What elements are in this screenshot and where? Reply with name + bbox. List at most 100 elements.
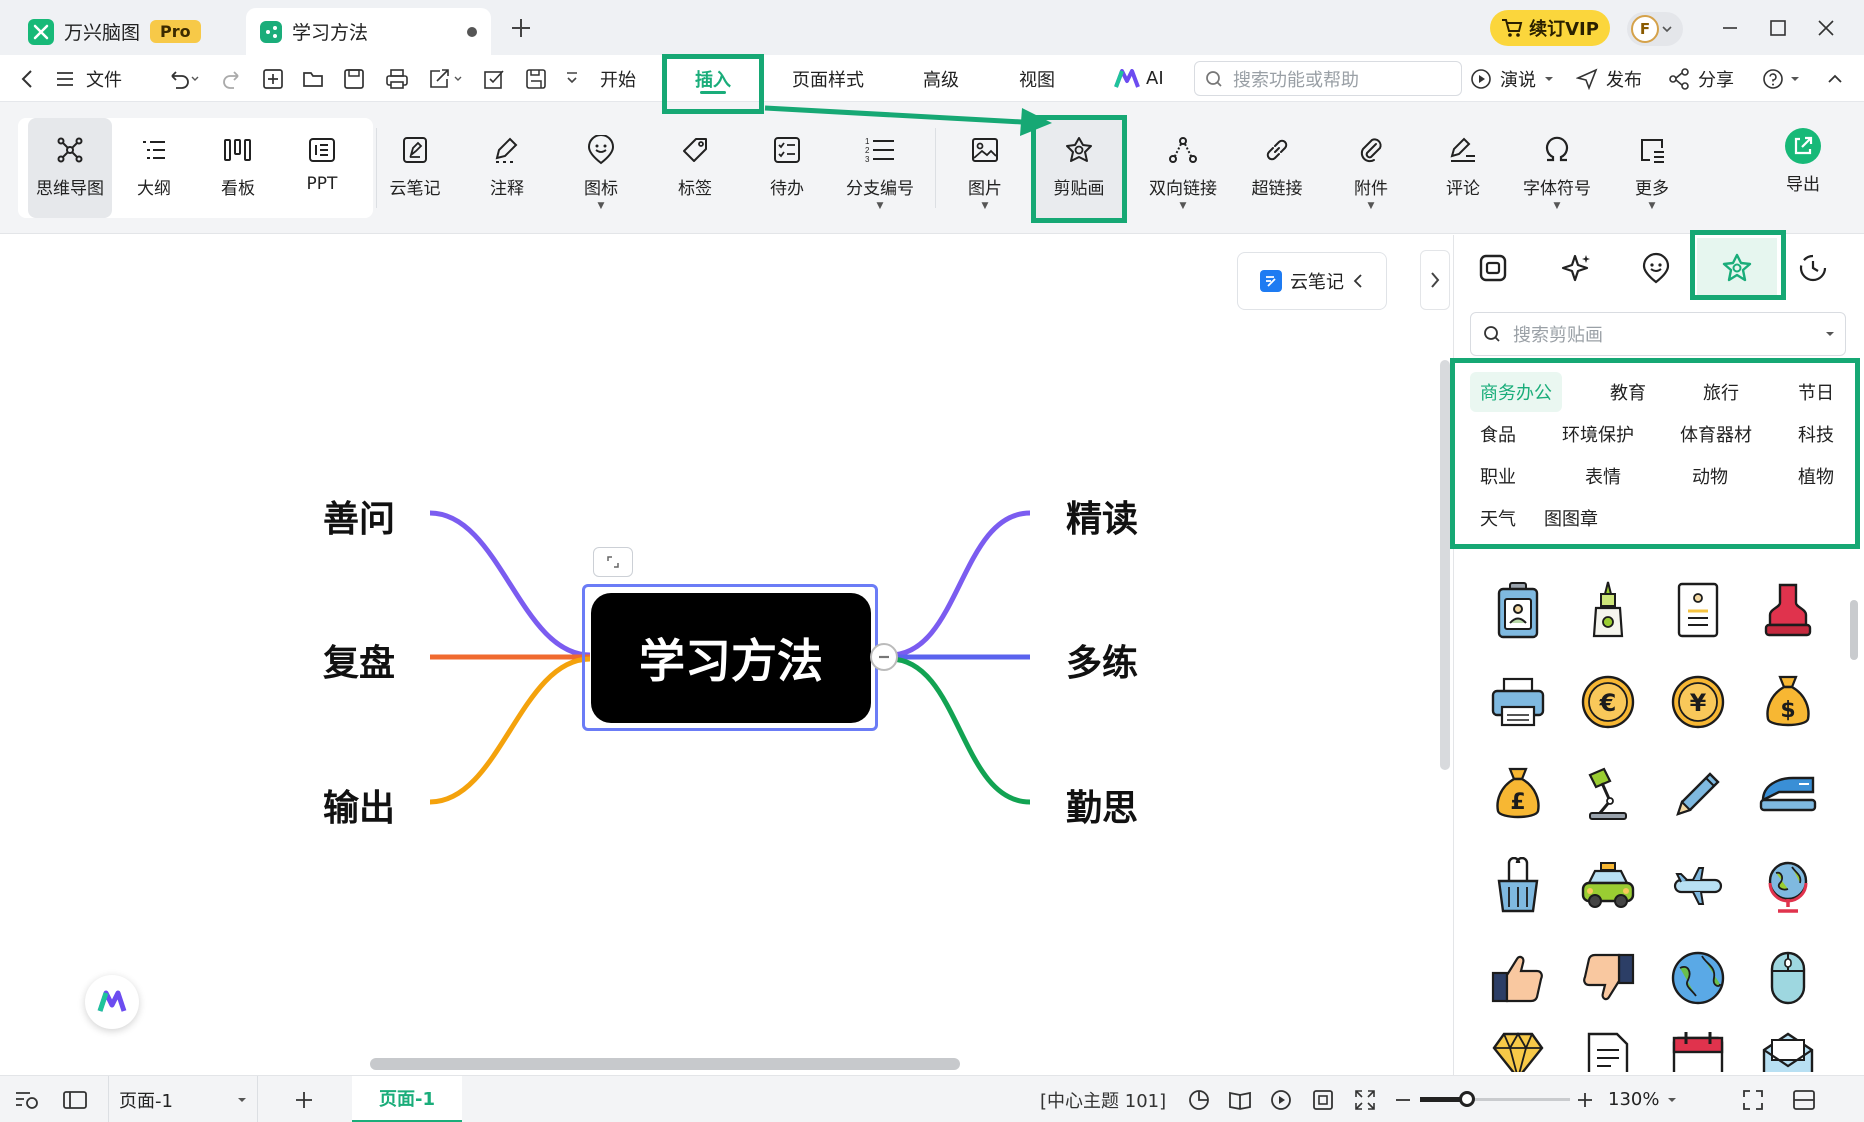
stapler-icon[interactable] — [1758, 764, 1818, 824]
earth-icon[interactable] — [1668, 948, 1728, 1008]
fit-window-button[interactable] — [1354, 1076, 1376, 1122]
fit-page-button[interactable] — [1312, 1076, 1334, 1122]
tab-ai[interactable]: AI — [1114, 55, 1164, 102]
airplane-icon[interactable] — [1668, 856, 1728, 916]
panel-tab-icons[interactable] — [1616, 238, 1696, 298]
branch-topic[interactable]: 输出 — [323, 779, 395, 831]
page-navigator-button[interactable] — [14, 1076, 40, 1122]
undo-button[interactable] — [166, 55, 200, 102]
panel-tab-style[interactable] — [1453, 238, 1533, 298]
symbol-tool[interactable]: 字体符号 ▼ — [1515, 118, 1599, 218]
view-kanban-button[interactable]: 看板 — [202, 118, 274, 218]
attachment-tool[interactable]: 附件 ▼ — [1336, 118, 1406, 218]
calendar-icon[interactable] — [1668, 1030, 1728, 1072]
page-thumbnail-button[interactable] — [62, 1076, 88, 1122]
zoom-level-select[interactable]: 130% — [1608, 1076, 1677, 1122]
back-button[interactable] — [20, 55, 34, 102]
tab-advanced[interactable]: 高级 — [923, 55, 959, 102]
view-mindmap-button[interactable]: 思维导图 — [28, 118, 112, 218]
file-menu[interactable]: 文件 — [56, 55, 122, 102]
collapse-branch-button[interactable] — [870, 643, 898, 671]
new-file-button[interactable] — [262, 55, 284, 102]
app-home-tab[interactable]: 万兴脑图 Pro — [14, 8, 215, 55]
binder-clip-icon[interactable] — [1488, 856, 1548, 916]
comment-note-tool[interactable]: 注释 — [472, 118, 542, 218]
pencil-icon[interactable] — [1668, 764, 1728, 824]
document-tab[interactable]: 学习方法 — [246, 8, 491, 55]
export-button[interactable]: 导出 — [1768, 118, 1838, 218]
maximize-button[interactable] — [1762, 12, 1794, 44]
thumbs-up-icon[interactable] — [1488, 948, 1548, 1008]
tab-start[interactable]: 开始 — [600, 55, 636, 102]
book-view-button[interactable] — [1228, 1076, 1252, 1122]
cloud-note-float-button[interactable]: 云笔记 — [1237, 252, 1387, 310]
printer-icon[interactable] — [1488, 672, 1548, 732]
tab-view[interactable]: 视图 — [1019, 55, 1055, 102]
pound-bag-icon[interactable]: £ — [1488, 764, 1548, 824]
document-icon[interactable] — [1668, 580, 1728, 640]
clipart-search-input[interactable]: 搜索剪贴画 — [1470, 312, 1846, 356]
thumbs-down-icon[interactable] — [1578, 948, 1638, 1008]
page-select[interactable]: 页面-1 — [108, 1076, 258, 1122]
desk-lamp-icon[interactable] — [1578, 764, 1638, 824]
fullscreen-button[interactable] — [1742, 1076, 1764, 1122]
save-button[interactable] — [343, 55, 365, 102]
publish-button[interactable]: 发布 — [1576, 55, 1642, 102]
view-outline-button[interactable]: 大纲 — [118, 118, 190, 218]
panel-tab-history[interactable] — [1778, 238, 1848, 298]
view-ppt-button[interactable]: PPT — [286, 118, 358, 218]
hyperlink-tool[interactable]: 超链接 — [1242, 118, 1312, 218]
panel-toggle-button[interactable] — [1792, 1076, 1816, 1122]
open-folder-button[interactable] — [302, 55, 326, 102]
branch-topic[interactable]: 善问 — [323, 490, 395, 542]
resize-handle-button[interactable] — [593, 547, 633, 577]
taxi-icon[interactable] — [1578, 856, 1638, 916]
play-slideshow-button[interactable] — [1270, 1076, 1292, 1122]
zoom-slider[interactable] — [1420, 1076, 1570, 1122]
feature-search-input[interactable]: 搜索功能或帮助 — [1194, 61, 1462, 96]
save-as-button[interactable] — [525, 55, 547, 102]
zoom-slider-thumb[interactable] — [1459, 1091, 1475, 1107]
tab-page-style[interactable]: 页面样式 — [792, 55, 864, 102]
panel-tab-ai[interactable] — [1535, 238, 1615, 298]
new-tab-button[interactable] — [505, 12, 537, 44]
yen-coin-icon[interactable]: ¥ — [1668, 672, 1728, 732]
theme-button[interactable] — [1188, 1076, 1210, 1122]
branch-topic[interactable]: 勤思 — [1066, 779, 1138, 831]
user-avatar-button[interactable]: F — [1627, 12, 1683, 46]
minimize-button[interactable] — [1714, 12, 1746, 44]
zoom-out-button[interactable] — [1394, 1076, 1412, 1122]
more-tool[interactable]: 更多 ▼ — [1617, 118, 1687, 218]
review-tool[interactable]: 评论 — [1428, 118, 1498, 218]
close-window-button[interactable] — [1810, 12, 1842, 44]
more-quick-tools-button[interactable] — [565, 55, 579, 102]
dollar-bag-icon[interactable]: $ — [1758, 672, 1818, 732]
globe-stand-icon[interactable] — [1758, 856, 1818, 916]
branch-topic[interactable]: 精读 — [1066, 490, 1138, 542]
present-button[interactable]: 演说 — [1470, 55, 1554, 102]
euro-coin-icon[interactable]: € — [1578, 672, 1638, 732]
help-button[interactable] — [1762, 55, 1800, 102]
print-button[interactable] — [385, 55, 409, 102]
branch-topic[interactable]: 复盘 — [323, 634, 395, 686]
checkbox-insert-button[interactable] — [483, 55, 505, 102]
ai-assistant-button[interactable] — [85, 975, 139, 1029]
glue-icon[interactable] — [1578, 580, 1638, 640]
collapse-panel-button[interactable] — [1420, 250, 1450, 310]
panel-scrollbar[interactable] — [1850, 600, 1858, 660]
redo-button[interactable] — [222, 55, 244, 102]
bidirectional-link-tool[interactable]: 双向链接 ▼ — [1148, 118, 1218, 218]
branch-topic[interactable]: 多练 — [1066, 634, 1138, 686]
tag-tool[interactable]: 标签 — [660, 118, 730, 218]
share-button[interactable]: 分享 — [1668, 55, 1734, 102]
canvas-vertical-scrollbar[interactable] — [1440, 360, 1450, 770]
cloud-note-tool[interactable]: 云笔记 — [380, 118, 450, 218]
page-tab-1[interactable]: 页面-1 — [352, 1076, 462, 1122]
stamp-icon[interactable] — [1758, 580, 1818, 640]
add-page-button[interactable] — [294, 1076, 314, 1122]
envelope-icon[interactable] — [1758, 1030, 1818, 1072]
zoom-in-button[interactable] — [1576, 1076, 1594, 1122]
central-topic[interactable]: 学习方法 — [591, 593, 871, 723]
id-badge-icon[interactable] — [1488, 580, 1548, 640]
export-share-button[interactable] — [428, 55, 464, 102]
